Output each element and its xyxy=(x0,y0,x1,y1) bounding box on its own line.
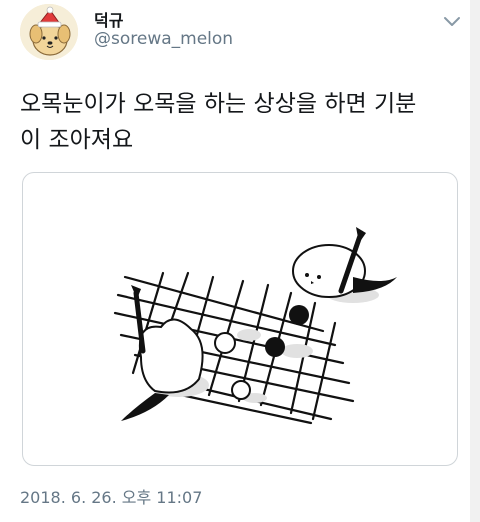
user-handle[interactable]: @sorewa_melon xyxy=(94,29,233,49)
cartoon-dog-avatar-icon xyxy=(20,4,78,60)
tweet-media[interactable] xyxy=(22,172,458,466)
scrollbar-track xyxy=(470,0,480,522)
illustration-birds-playing-omok xyxy=(113,227,397,425)
tweet-text-line-2: 이 조아져요 xyxy=(20,127,134,153)
tweet-timestamp[interactable]: 2018. 6. 26. 오후 11:07 xyxy=(20,484,202,508)
tweet-text: 오목눈이가 오목을 하는 상상을 하면 기분 이 조아져요 xyxy=(20,86,468,158)
display-name[interactable]: 덕규 xyxy=(94,7,123,31)
chevron-down-icon[interactable] xyxy=(440,12,464,30)
tweet-text-line-1: 오목눈이가 오목을 하는 상상을 하면 기분 xyxy=(20,91,417,117)
avatar[interactable] xyxy=(20,4,78,60)
